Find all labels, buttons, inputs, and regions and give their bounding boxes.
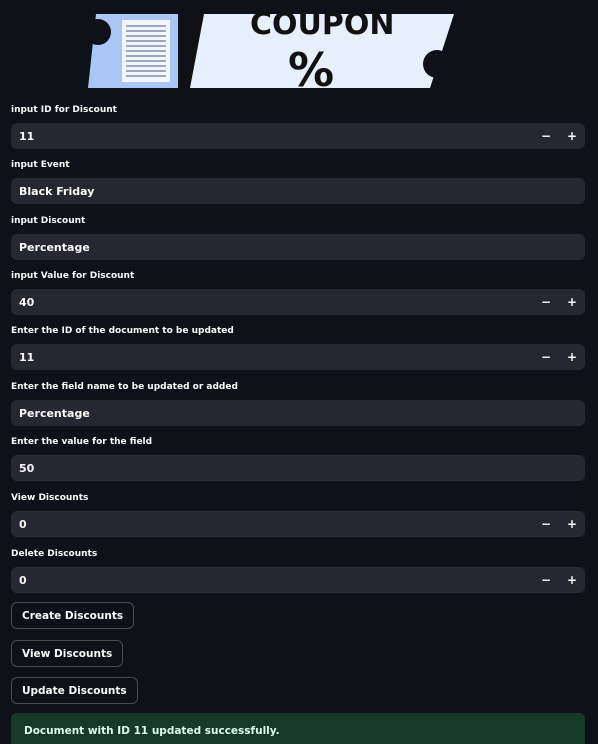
success-alert: Document with ID 11 updated successfully… — [11, 713, 585, 744]
decrement-button[interactable]: − — [533, 344, 559, 370]
increment-button[interactable]: + — [559, 289, 585, 315]
field-update-document-id: Enter the ID of the document to be updat… — [11, 325, 585, 370]
decrement-button[interactable]: − — [533, 123, 559, 149]
decrement-button[interactable]: − — [533, 511, 559, 537]
app-page: COUPON % input ID for Discount 11 − + in… — [0, 0, 598, 744]
field-update-field-value: Enter the value for the field 50 — [11, 436, 585, 481]
field-discount-value: input Value for Discount 40 − + — [11, 270, 585, 315]
input-value[interactable]: Percentage — [11, 241, 585, 254]
update-discounts-button[interactable]: Update Discounts — [11, 677, 138, 704]
event-text-input[interactable]: Black Friday — [11, 178, 585, 204]
coupon-text: COUPON — [250, 7, 394, 42]
field-update-field-name: Enter the field name to be updated or ad… — [11, 381, 585, 426]
view-discounts-button[interactable]: View Discounts — [11, 640, 124, 667]
field-label: input Event — [11, 160, 70, 170]
success-message: Document with ID 11 updated successfully… — [24, 725, 280, 737]
field-label: input ID for Discount — [11, 105, 117, 115]
percent-symbol: % — [288, 43, 334, 88]
update-document-id-number-input[interactable]: 11 − + — [11, 344, 585, 370]
field-view-discounts: View Discounts 0 − + — [11, 492, 585, 537]
input-value[interactable]: Percentage — [11, 407, 585, 420]
input-value[interactable]: 0 — [11, 518, 533, 531]
field-delete-discounts: Delete Discounts 0 − + — [11, 548, 585, 593]
field-discount-id: input ID for Discount 11 − + — [11, 104, 585, 149]
field-discount-type: input Discount Percentage — [11, 215, 585, 260]
field-label: Enter the ID of the document to be updat… — [11, 326, 234, 336]
discount-id-number-input[interactable]: 11 − + — [11, 123, 585, 149]
input-value[interactable]: Black Friday — [11, 185, 585, 198]
coupon-banner-image: COUPON % — [82, 0, 462, 88]
field-event: input Event Black Friday — [11, 159, 585, 204]
discount-value-number-input[interactable]: 40 − + — [11, 289, 585, 315]
view-discounts-number-input[interactable]: 0 − + — [11, 511, 585, 537]
field-label: input Value for Discount — [11, 271, 135, 281]
delete-discounts-number-input[interactable]: 0 − + — [11, 567, 585, 593]
field-label: Enter the value for the field — [11, 437, 153, 447]
update-field-name-text-input[interactable]: Percentage — [11, 400, 585, 426]
field-label: Delete Discounts — [11, 549, 98, 559]
input-value[interactable]: 11 — [11, 351, 533, 364]
update-field-value-text-input[interactable]: 50 — [11, 455, 585, 481]
increment-button[interactable]: + — [559, 123, 585, 149]
input-value[interactable]: 11 — [11, 130, 533, 143]
increment-button[interactable]: + — [559, 511, 585, 537]
input-value[interactable]: 0 — [11, 574, 533, 587]
input-value[interactable]: 50 — [11, 462, 585, 475]
field-label: input Discount — [11, 216, 86, 226]
create-discounts-button[interactable]: Create Discounts — [11, 602, 135, 629]
increment-button[interactable]: + — [559, 344, 585, 370]
decrement-button[interactable]: − — [533, 567, 559, 593]
discount-type-text-input[interactable]: Percentage — [11, 234, 585, 260]
field-label: View Discounts — [11, 493, 89, 503]
decrement-button[interactable]: − — [533, 289, 559, 315]
field-label: Enter the field name to be updated or ad… — [11, 382, 238, 392]
input-value[interactable]: 40 — [11, 296, 533, 309]
increment-button[interactable]: + — [559, 567, 585, 593]
